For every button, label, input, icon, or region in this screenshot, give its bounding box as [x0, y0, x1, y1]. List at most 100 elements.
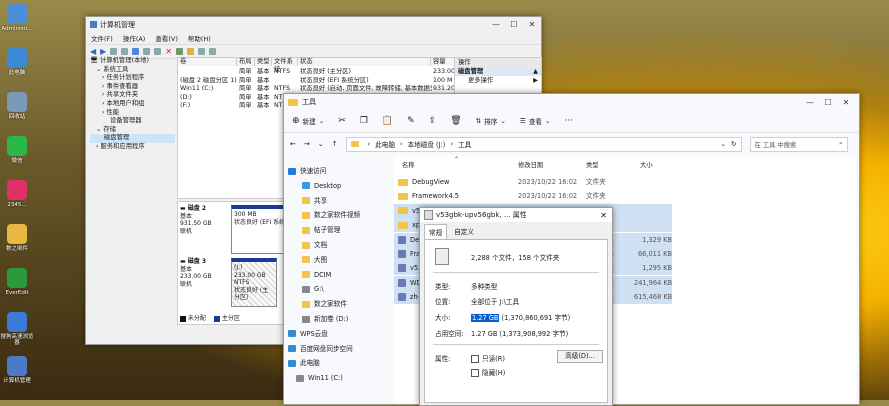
forward-icon[interactable]: ▶ [100, 47, 106, 56]
nav-item[interactable]: 百度网盘同步空间 [288, 342, 353, 357]
close-button[interactable]: ✕ [600, 211, 612, 220]
column-filesystem[interactable]: 文件系统 [272, 58, 298, 73]
paste-icon[interactable]: 📋 [382, 116, 393, 126]
desktop-shortcut[interactable]: 此电脑 [0, 48, 34, 76]
search-icon[interactable] [198, 48, 206, 55]
rename-icon[interactable]: ✎ [407, 116, 415, 126]
disk-3-partition[interactable]: (J:) 233.00 GB NTFS 状态良好 (主分区) [231, 258, 277, 307]
cut-icon[interactable]: ✂ [338, 116, 346, 126]
tree-local-users[interactable]: › 本地用户和组 [90, 100, 175, 109]
column-status[interactable]: 状态 [298, 58, 431, 66]
column-volume[interactable]: 卷 [178, 58, 237, 66]
column-layout[interactable]: 布局 [237, 58, 255, 66]
tab-general[interactable]: 常规 [424, 224, 448, 239]
tree-disk-management[interactable]: 磁盘管理 [90, 134, 175, 143]
new-button[interactable]: ⊕ 新建 ⌄ [292, 116, 324, 126]
tree-services[interactable]: › 服务和应用程序 [90, 143, 175, 152]
close-button[interactable]: ✕ [523, 20, 541, 29]
back-icon[interactable]: ← [290, 140, 296, 148]
column-capacity[interactable]: 容量 [431, 58, 456, 66]
nav-item[interactable]: Desktop [302, 179, 341, 194]
tree-task-scheduler[interactable]: › 任务计划程序 [90, 74, 175, 83]
chevron-down-icon[interactable]: ⌄ [720, 140, 726, 148]
address-bar[interactable]: › 此电脑 › 本地磁盘 (J:) › 工具 ⌄ ↻ [345, 136, 742, 152]
copy-icon[interactable]: ❐ [360, 116, 368, 126]
hidden-checkbox[interactable]: 隐藏(H) [471, 367, 505, 377]
breadcrumb-drive[interactable]: 本地磁盘 (J:) [408, 139, 446, 149]
nav-item[interactable]: Win11 (C:) [296, 371, 343, 386]
minimize-button[interactable]: — [487, 20, 505, 29]
maximize-button[interactable]: ☐ [505, 20, 523, 29]
breadcrumb-this-pc[interactable]: 此电脑 [375, 139, 395, 149]
folder-icon[interactable] [187, 48, 195, 55]
menu-action[interactable]: 操作(A) [123, 33, 146, 43]
nav-item[interactable]: 数之家软件 [302, 297, 347, 312]
nav-item[interactable]: 新加卷 (D:) [302, 312, 348, 327]
file-row[interactable]: Framework4.5 2023/10/22 16:02 文件夹 [394, 189, 672, 203]
action-more[interactable]: 更多操作 ▶ [455, 76, 541, 85]
desktop-shortcut[interactable]: Administr... [0, 4, 34, 32]
nav-item[interactable]: 数之家软件视频 [302, 208, 360, 223]
menu-file[interactable]: 文件(F) [91, 33, 113, 43]
refresh-icon[interactable]: ↻ [731, 140, 741, 148]
nav-item[interactable]: 文档 [302, 238, 327, 253]
close-button[interactable]: ✕ [837, 98, 855, 107]
column-date[interactable]: 修改日期 [518, 160, 543, 169]
more-icon[interactable]: ··· [565, 116, 574, 126]
search-box[interactable]: 在 工具 中搜索 ⌕ [749, 136, 848, 152]
size-selected[interactable]: 1.27 GB [471, 314, 500, 322]
help-icon[interactable] [132, 48, 140, 55]
tab-custom[interactable]: 自定义 [448, 224, 480, 239]
refresh-icon[interactable] [143, 48, 151, 55]
desktop-shortcut[interactable]: 计算机管理 [0, 356, 34, 384]
desktop-shortcut[interactable]: EverEdit [0, 268, 34, 296]
readonly-checkbox[interactable]: 只读(R) [471, 353, 505, 363]
action-disk-management[interactable]: 磁盘管理 ▲ [455, 67, 541, 76]
tree-device-manager[interactable]: 设备管理器 [90, 117, 175, 126]
back-icon[interactable]: ◀ [90, 47, 96, 56]
forward-icon[interactable]: → [304, 140, 310, 148]
check-icon[interactable] [176, 48, 184, 55]
up-icon[interactable] [110, 48, 118, 55]
column-size[interactable]: 大小 [640, 160, 653, 169]
nav-item[interactable]: DCIM [302, 268, 331, 283]
disk-2-partition[interactable]: 300 MB 状态良好 (EFI 系统 [231, 205, 291, 254]
desktop-shortcut[interactable]: 搜狗高速浏览器 [0, 312, 34, 346]
share-icon[interactable]: ⇪ [429, 116, 437, 126]
advanced-button[interactable]: 高级(D)... [557, 350, 603, 363]
column-type[interactable]: 类型 [586, 160, 599, 169]
tree-performance[interactable]: › 性能 [90, 109, 175, 118]
nav-item[interactable]: 大图 [302, 253, 327, 268]
breadcrumb-folder[interactable]: 工具 [458, 139, 471, 149]
tree-storage[interactable]: ⌄ 存储 [90, 126, 175, 135]
nav-item[interactable]: WPS云盘 [288, 327, 328, 342]
nav-item[interactable]: 共享 [302, 194, 327, 209]
nav-item[interactable]: G:\ [302, 282, 324, 297]
desktop-shortcut[interactable]: 数之绑件 [0, 224, 34, 252]
tree-root[interactable]: 🖥 计算机管理(本地) [90, 57, 175, 66]
disk-2-info[interactable]: ▬ 磁盘 2 基本 931.50 GB 联机 [180, 205, 230, 235]
properties-icon[interactable] [121, 48, 129, 55]
delete-icon[interactable]: 🗑 [450, 116, 461, 126]
up-icon[interactable]: ↑ [332, 140, 338, 148]
nav-item[interactable]: 快速访问 [288, 164, 326, 179]
export-icon[interactable] [154, 48, 162, 55]
delete-icon[interactable]: ✕ [165, 47, 172, 56]
menu-view[interactable]: 查看(V) [155, 33, 178, 43]
disk-3-info[interactable]: ▬ 磁盘 3 基本 233.00 GB 联机 [180, 258, 230, 288]
view-button[interactable]: ☰ 查看 ⌄ [520, 116, 551, 126]
list-icon[interactable] [209, 48, 217, 55]
desktop-shortcut[interactable]: 2345... [0, 180, 34, 208]
column-type[interactable]: 类型 [255, 58, 272, 66]
nav-item[interactable]: 帖子管理 [302, 223, 340, 238]
tree-shared-folders[interactable]: › 共享文件夹 [90, 91, 175, 100]
sort-button[interactable]: ⇅ 排序 ⌄ [476, 116, 506, 126]
file-row[interactable]: DebugView 2023/10/22 16:02 文件夹 [394, 175, 672, 189]
tree-system-tools[interactable]: ⌄ 系统工具 [90, 66, 175, 75]
desktop-shortcut[interactable]: 回收站 [0, 92, 34, 120]
minimize-button[interactable]: — [801, 98, 819, 107]
menu-help[interactable]: 帮助(H) [188, 33, 211, 43]
recent-icon[interactable]: ⌄ [318, 140, 324, 148]
column-name[interactable]: 名称 [402, 160, 415, 169]
desktop-shortcut[interactable]: 微信 [0, 136, 34, 164]
